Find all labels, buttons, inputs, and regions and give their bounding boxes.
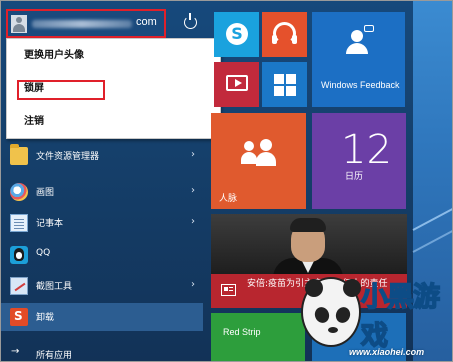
windows-logo-icon [274,74,296,96]
start-menu-screen: com 更换用户头像 锁屏 注销 文件资源管理器 › 画图 › 记事本 › QQ… [0,0,453,362]
uninstall-icon [10,308,28,326]
app-label: 截图工具 [36,282,73,292]
app-label: 画图 [36,188,55,198]
tile-windows-feedback[interactable]: Windows Feedback [312,12,405,107]
app-label: 记事本 [36,219,64,229]
lock-highlight-box [17,80,105,100]
news-photo [211,214,407,278]
tile-video[interactable] [214,62,259,107]
paint-icon [10,183,28,201]
snipping-tool-icon [10,277,28,295]
panda-mascot-icon [301,277,361,347]
app-item-notepad[interactable]: 记事本 › [1,209,203,237]
app-item-file-explorer[interactable]: 文件资源管理器 › [1,142,203,170]
tile-skype[interactable]: S [214,12,259,57]
all-apps-label: 所有应用 [36,351,73,361]
app-item-paint[interactable]: 画图 › [1,178,203,206]
skype-icon: S [226,23,248,45]
news-icon [221,284,236,296]
menu-item-change-avatar[interactable]: 更换用户头像 [7,44,220,68]
app-item-uninstall[interactable]: 卸载 [1,303,203,331]
user-account-button[interactable]: com [6,9,166,38]
avatar [11,15,27,33]
qq-icon [10,246,28,264]
app-item-snipping-tool[interactable]: 截图工具 › [1,272,203,300]
tile-label: 人脉 [219,194,238,204]
chevron-right-icon[interactable]: › [191,185,195,196]
account-menu: 更换用户头像 锁屏 注销 [6,38,221,139]
people-icon [241,139,276,167]
all-apps-button[interactable]: → 所有应用 [10,344,210,361]
tile-label: Windows Feedback [321,80,400,90]
tile-windows[interactable] [262,62,307,107]
chevron-right-icon[interactable]: › [191,149,195,160]
app-item-qq[interactable]: QQ [1,241,203,269]
app-label: 卸载 [36,313,55,323]
headphones-icon [272,22,297,45]
user-email-blurred [32,20,132,28]
app-label: 文件资源管理器 [36,152,100,162]
desktop-light-streak [412,200,452,231]
chevron-right-icon[interactable]: › [191,279,195,290]
tile-people[interactable]: 人脉 [211,113,306,209]
arrow-right-icon: → [11,346,20,357]
user-email-suffix: com [136,16,157,28]
watermark-title: 小黑游戏 [360,281,441,353]
chevron-right-icon[interactable]: › [191,216,195,227]
folder-icon [10,144,28,165]
tile-music[interactable] [262,12,307,57]
calendar-date: 12 [341,127,392,173]
app-label: QQ [36,248,51,258]
site-watermark: 小黑游戏 www.xiaohei.com [301,269,452,361]
watermark-url: www.xiaohei.com [349,347,425,357]
tile-calendar[interactable]: 12 日历 [312,113,406,209]
notepad-icon [10,214,28,232]
feedback-person-icon [346,25,374,54]
menu-item-sign-out[interactable]: 注销 [7,110,220,134]
video-icon [226,75,248,91]
power-icon[interactable] [184,13,197,29]
tile-red-stripe[interactable]: Red Strip [211,313,305,361]
calendar-label: 日历 [345,172,364,182]
tile-label: Red Strip [223,327,261,337]
